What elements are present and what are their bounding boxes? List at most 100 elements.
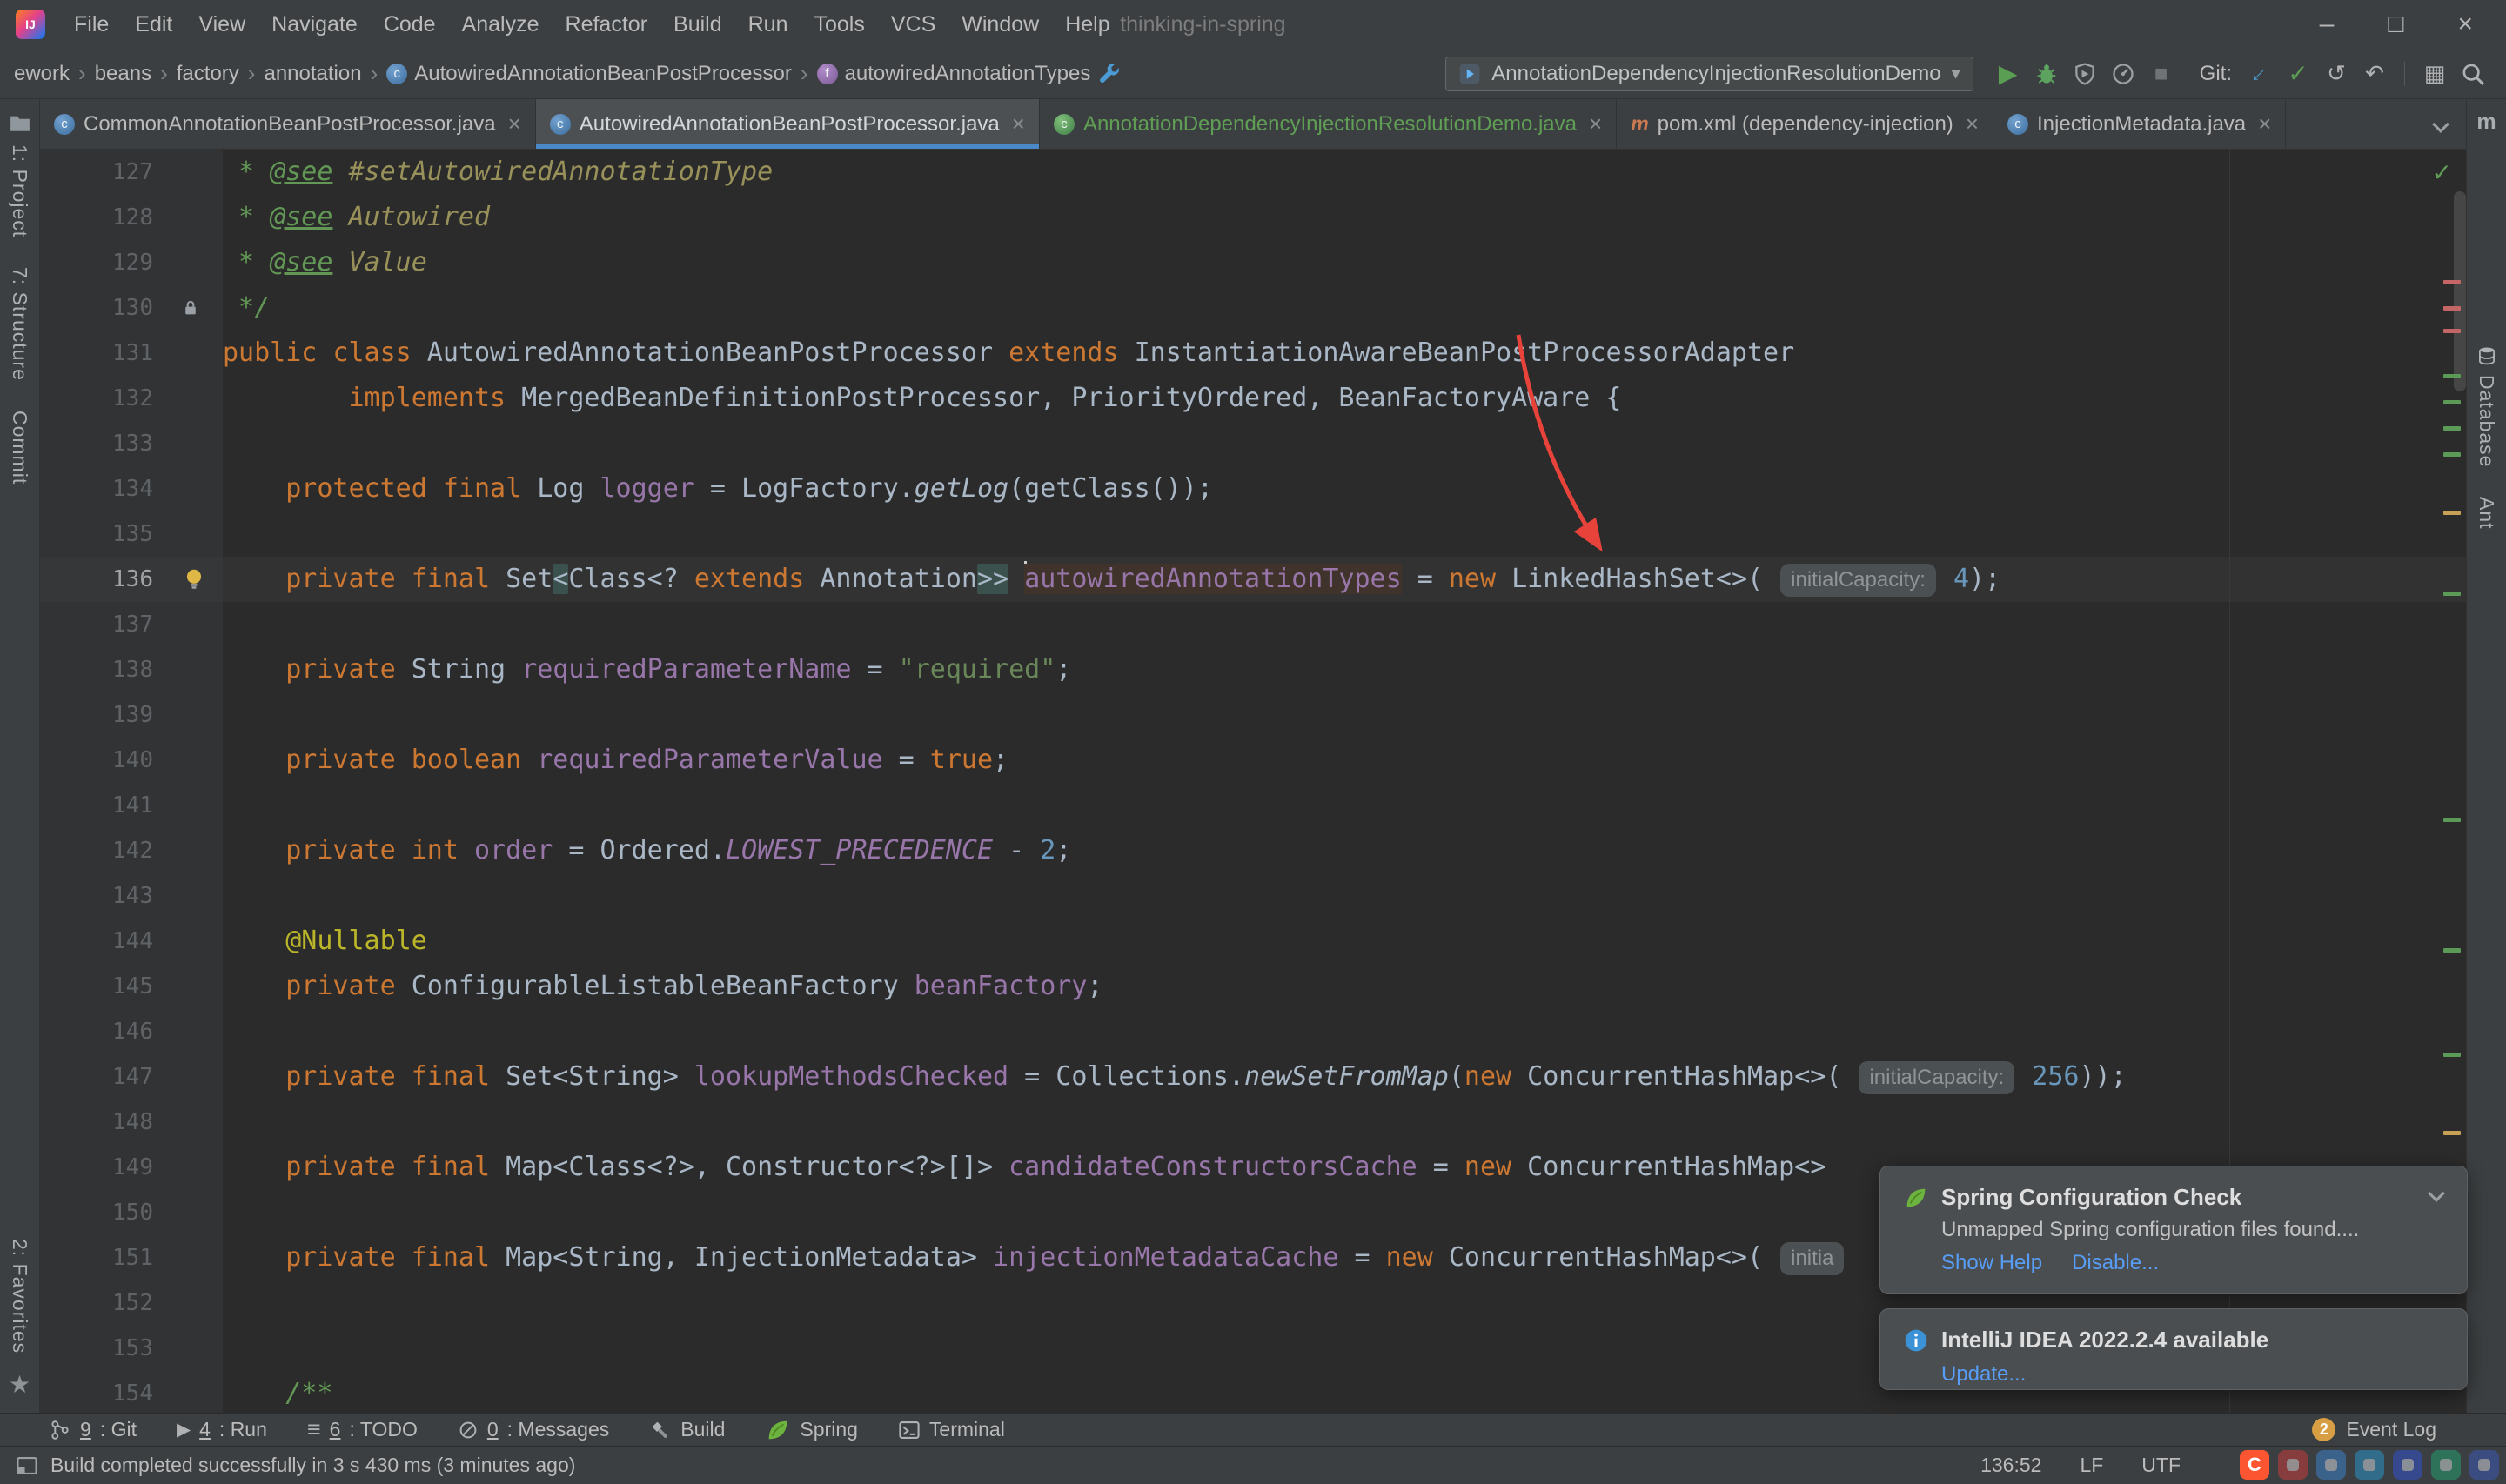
- stripe-mark[interactable]: [2443, 306, 2461, 311]
- line-number[interactable]: 149: [40, 1145, 162, 1190]
- link-ShowHelp[interactable]: Show Help: [1941, 1251, 2042, 1275]
- stripe-mark[interactable]: [2443, 400, 2461, 404]
- line-number[interactable]: 131: [40, 331, 162, 376]
- breadcrumb-item-beans[interactable]: beans: [95, 62, 151, 86]
- line-number[interactable]: 140: [40, 738, 162, 783]
- line-number[interactable]: 142: [40, 828, 162, 873]
- code-line-148[interactable]: 148: [40, 1100, 2466, 1145]
- tab-AnnotationDependencyInjectionResolutionDemo.java[interactable]: c AnnotationDependencyInjectionResolution…: [1040, 99, 1618, 149]
- link-Disable[interactable]: Disable...: [2072, 1251, 2159, 1275]
- stripe-mark[interactable]: [2443, 374, 2461, 378]
- caret-position[interactable]: 136:52: [1980, 1454, 2041, 1477]
- code-line-138[interactable]: 138 private String requiredParameterName…: [40, 647, 2466, 692]
- maximize-button[interactable]: □: [2388, 11, 2403, 37]
- code-line-135[interactable]: 135: [40, 511, 2466, 557]
- stripe-mark[interactable]: [2443, 511, 2461, 515]
- line-number[interactable]: 147: [40, 1054, 162, 1100]
- line-number[interactable]: 135: [40, 511, 162, 557]
- breadcrumb-item-ework[interactable]: ework: [14, 62, 70, 86]
- breadcrumb-item-factory[interactable]: factory: [177, 62, 239, 86]
- stripe-mark[interactable]: [2443, 1053, 2461, 1057]
- toolwindow-button-Messages[interactable]: 0: Messages: [458, 1418, 609, 1441]
- toolwindow-button-Spring[interactable]: Spring: [765, 1417, 858, 1443]
- close-icon[interactable]: ×: [1589, 110, 1602, 137]
- line-number[interactable]: 133: [40, 421, 162, 466]
- tool-stripe-Database[interactable]: Database: [2475, 345, 2498, 467]
- event-log-button[interactable]: 2 Event Log: [2312, 1418, 2436, 1441]
- menu-item-vcs[interactable]: VCS: [878, 0, 948, 49]
- menu-item-file[interactable]: File: [61, 0, 122, 49]
- close-icon[interactable]: ×: [2258, 110, 2271, 137]
- tool-stripe-7--Structure[interactable]: 7: Structure: [8, 267, 31, 381]
- breadcrumb-item-autowiredAnnotationTypes[interactable]: f autowiredAnnotationTypes: [816, 62, 1090, 86]
- wrench-icon[interactable]: [1090, 55, 1129, 93]
- menu-item-view[interactable]: View: [185, 0, 258, 49]
- search-icon[interactable]: [2454, 55, 2492, 93]
- code-line-131[interactable]: 131 public class AutowiredAnnotationBeanP…: [40, 331, 2466, 376]
- breadcrumb-item-annotation[interactable]: annotation: [264, 62, 361, 86]
- layout-button[interactable]: ▦: [2416, 55, 2454, 93]
- minimize-button[interactable]: –: [2320, 11, 2335, 37]
- close-icon[interactable]: ×: [508, 110, 521, 137]
- code-line-147[interactable]: 147 private final Set<String> lookupMeth…: [40, 1054, 2466, 1100]
- link-Update[interactable]: Update...: [1941, 1362, 2026, 1387]
- code-line-141[interactable]: 141: [40, 783, 2466, 828]
- line-number[interactable]: 127: [40, 150, 162, 195]
- stripe-mark[interactable]: [2443, 948, 2461, 953]
- menu-item-edit[interactable]: Edit: [122, 0, 185, 49]
- profiler-button[interactable]: [2104, 55, 2142, 93]
- code-line-127[interactable]: 127 * @see #setAutowiredAnnotationType: [40, 150, 2466, 195]
- stripe-mark[interactable]: [2443, 1131, 2461, 1135]
- code-line-132[interactable]: 132 implements MergedBeanDefinitionPostP…: [40, 376, 2466, 421]
- rollback-button[interactable]: ↶: [2355, 55, 2394, 93]
- menu-item-navigate[interactable]: Navigate: [258, 0, 371, 49]
- tab-InjectionMetadata.java[interactable]: c InjectionMetadata.java ×: [1993, 99, 2287, 149]
- stripe-mark[interactable]: [2443, 818, 2461, 822]
- stripe-mark[interactable]: [2443, 329, 2461, 333]
- notification-spring-configuration[interactable]: Spring Configuration Check Unmapped Spri…: [1880, 1166, 2468, 1294]
- tab-AutowiredAnnotationBeanPostProcessor.java[interactable]: c AutowiredAnnotationBeanPostProcessor.ja…: [535, 99, 1040, 149]
- toolwindow-button-TODO[interactable]: ≡ 6: TODO: [307, 1418, 418, 1441]
- menu-item-code[interactable]: Code: [371, 0, 449, 49]
- code-line-143[interactable]: 143: [40, 873, 2466, 919]
- line-number[interactable]: 153: [40, 1326, 162, 1371]
- code-line-130[interactable]: 130 */: [40, 285, 2466, 331]
- history-button[interactable]: ↺: [2317, 55, 2355, 93]
- file-encoding[interactable]: UTF: [2141, 1454, 2181, 1477]
- tool-stripe-Commit[interactable]: Commit: [8, 411, 31, 485]
- toolwindow-button-Git[interactable]: 9: Git: [49, 1418, 137, 1441]
- line-number[interactable]: 148: [40, 1100, 162, 1145]
- line-number[interactable]: 144: [40, 919, 162, 964]
- intention-bulb-icon[interactable]: [162, 557, 223, 602]
- close-icon[interactable]: ×: [1966, 110, 1979, 137]
- breadcrumb-item-AutowiredAnnotationBeanPostProcessor[interactable]: c AutowiredAnnotationBeanPostProcessor: [386, 62, 792, 86]
- code-line-129[interactable]: 129 * @see Value: [40, 240, 2466, 285]
- menu-item-build[interactable]: Build: [660, 0, 735, 49]
- tool-stripe-star[interactable]: ★: [9, 1373, 30, 1397]
- close-button[interactable]: ×: [2457, 11, 2473, 37]
- menu-item-tools[interactable]: Tools: [801, 0, 877, 49]
- notification-ide-update[interactable]: IntelliJ IDEA 2022.2.4 available Update.…: [1880, 1308, 2468, 1390]
- code-line-137[interactable]: 137: [40, 602, 2466, 647]
- line-number[interactable]: 146: [40, 1009, 162, 1054]
- line-number[interactable]: 139: [40, 692, 162, 738]
- menu-item-analyze[interactable]: Analyze: [449, 0, 553, 49]
- code-line-146[interactable]: 146: [40, 1009, 2466, 1054]
- tool-stripe-maven-m[interactable]: m: [2476, 111, 2496, 133]
- menu-item-refactor[interactable]: Refactor: [553, 0, 660, 49]
- code-line-140[interactable]: 140 private boolean requiredParameterVal…: [40, 738, 2466, 783]
- code-line-142[interactable]: 142 private int order = Ordered.LOWEST_P…: [40, 828, 2466, 873]
- tab-pom.xml-(dependency-injection)[interactable]: m pom.xml (dependency-injection) ×: [1617, 99, 1993, 149]
- coverage-button[interactable]: [2066, 55, 2104, 93]
- chevron-down-icon[interactable]: [2416, 99, 2466, 149]
- line-number[interactable]: 128: [40, 195, 162, 240]
- debug-button[interactable]: [2027, 55, 2066, 93]
- line-number[interactable]: 143: [40, 873, 162, 919]
- line-number[interactable]: 152: [40, 1280, 162, 1326]
- line-number[interactable]: 136: [40, 557, 162, 602]
- tool-stripe-1--Project[interactable]: 1: Project: [8, 111, 32, 237]
- line-number[interactable]: 151: [40, 1235, 162, 1280]
- stop-button[interactable]: ■: [2142, 55, 2181, 93]
- stripe-mark[interactable]: [2443, 452, 2461, 457]
- line-number[interactable]: 141: [40, 783, 162, 828]
